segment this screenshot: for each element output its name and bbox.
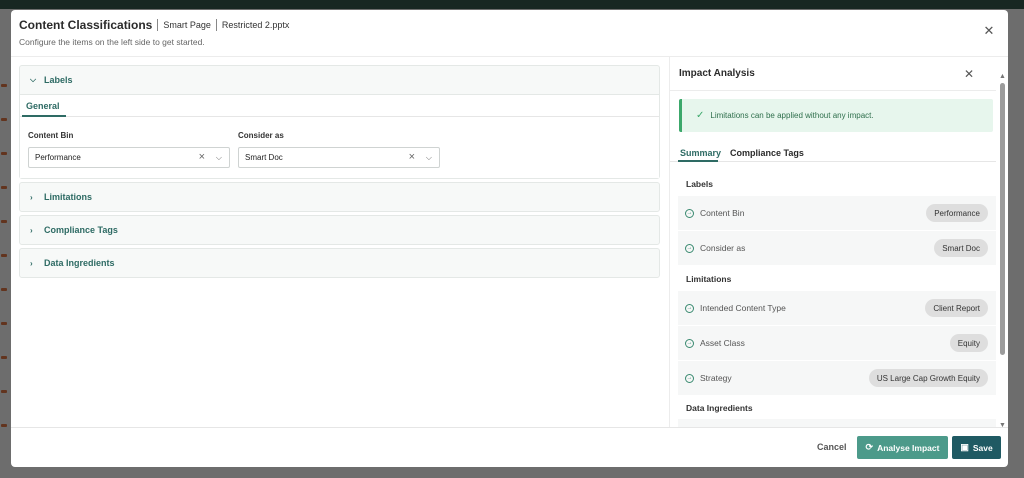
consider-as-select[interactable]: Smart Doc × ⌵ (238, 147, 440, 168)
labels-section: ⌵ Labels General Content Bin Performance… (19, 65, 660, 179)
cancel-button[interactable]: Cancel (817, 442, 847, 452)
limitations-section: › Limitations (19, 182, 660, 212)
content-bin-value: Performance (35, 153, 81, 162)
content-bin-select[interactable]: Performance × ⌵ (28, 147, 230, 168)
impact-row-label: Strategy (700, 373, 732, 383)
impact-row-label: Asset Class (700, 338, 745, 348)
data-ingredients-section-toggle[interactable]: › Data Ingredients (20, 249, 659, 277)
impact-row-value: Performance (926, 204, 988, 222)
impact-row (678, 419, 996, 427)
analyse-impact-label: Analyse Impact (877, 442, 940, 453)
save-label: Save (972, 442, 993, 453)
crumb-file: Restricted 2.pptx (215, 19, 289, 31)
title-row: Content Classifications Smart Page Restr… (19, 18, 289, 32)
impact-row: → Intended Content Type Client Report (678, 291, 996, 325)
consider-as-value: Smart Doc (245, 153, 283, 162)
chevron-down-icon[interactable]: ⌵ (216, 153, 222, 163)
impact-row-value: Smart Doc (934, 239, 988, 257)
tab-active-indicator (678, 160, 718, 162)
impact-row-value: Equity (949, 334, 988, 352)
arrow-right-circle-icon: → (685, 243, 694, 253)
impact-row-label: Intended Content Type (700, 303, 786, 313)
chevron-right-icon: › (30, 192, 33, 202)
scrollbar[interactable]: ▲ ▼ (998, 73, 1007, 427)
tab-general[interactable]: General (26, 101, 60, 111)
tab-active-indicator (22, 115, 66, 117)
data-ingredients-section: › Data Ingredients (19, 248, 660, 278)
chevron-down-icon: ⌵ (30, 75, 37, 84)
content-classifications-modal: Content Classifications Smart Page Restr… (11, 10, 1008, 467)
crumb-page: Smart Page (157, 19, 211, 31)
impact-row: → Asset Class Equity (678, 326, 996, 360)
refresh-icon: ⟳ (865, 442, 874, 452)
arrow-right-circle-icon: → (685, 208, 694, 218)
panel-divider (670, 90, 996, 91)
group-title-data-ingredients: Data Ingredients (686, 403, 753, 413)
tab-summary[interactable]: Summary (680, 148, 721, 158)
chevron-right-icon: › (30, 258, 33, 268)
tabs-divider (670, 161, 996, 162)
impact-row: → Strategy US Large Cap Growth Equity (678, 361, 996, 395)
close-icon[interactable]: ✕ (964, 67, 974, 81)
footer-divider (11, 427, 1008, 428)
analyse-impact-button[interactable]: ⟳ Analyse Impact (857, 436, 948, 459)
chevron-right-icon: › (30, 225, 33, 235)
modal-title: Content Classifications (19, 18, 153, 32)
close-icon[interactable]: ✕ (982, 24, 996, 38)
compliance-tags-section-title: Compliance Tags (44, 225, 118, 235)
impact-row: → Consider as Smart Doc (678, 231, 996, 265)
impact-row-label: Consider as (700, 243, 746, 253)
success-alert: ✓ Limitations can be applied without any… (679, 99, 993, 132)
clear-icon[interactable]: × (199, 151, 205, 163)
consider-as-label: Consider as (238, 131, 284, 140)
impact-row-value: Client Report (925, 299, 988, 317)
group-title-limitations: Limitations (686, 274, 732, 284)
chevron-down-icon[interactable]: ⌵ (426, 153, 432, 163)
save-icon: ▣ (960, 442, 969, 452)
tab-divider (20, 116, 659, 117)
impact-row-value: US Large Cap Growth Equity (868, 369, 988, 387)
classification-form: ⌵ Labels General Content Bin Performance… (19, 65, 660, 281)
compliance-tags-section-toggle[interactable]: › Compliance Tags (20, 216, 659, 244)
scroll-up-icon[interactable]: ▲ (999, 73, 1006, 80)
tab-compliance-tags[interactable]: Compliance Tags (730, 148, 804, 158)
limitations-section-toggle[interactable]: › Limitations (20, 183, 659, 211)
alert-text: Limitations can be applied without any i… (710, 111, 874, 120)
limitations-section-title: Limitations (44, 192, 93, 202)
check-icon: ✓ (696, 110, 705, 121)
compliance-tags-section: › Compliance Tags (19, 215, 660, 245)
save-button[interactable]: ▣ Save (952, 436, 1001, 459)
arrow-right-circle-icon: → (685, 303, 694, 313)
impact-analysis-panel: Impact Analysis ✕ ✓ Limitations can be a… (669, 57, 1008, 427)
arrow-right-circle-icon: → (685, 338, 694, 348)
modal-subtitle: Configure the items on the left side to … (19, 37, 205, 47)
modal-header: Content Classifications Smart Page Restr… (11, 10, 1008, 56)
data-ingredients-section-title: Data Ingredients (44, 258, 115, 268)
impact-row: → Content Bin Performance (678, 196, 996, 230)
content-bin-label: Content Bin (28, 131, 74, 140)
labels-section-toggle[interactable]: ⌵ Labels (20, 66, 659, 94)
impact-row-label: Content Bin (700, 208, 745, 218)
group-title-labels: Labels (686, 179, 713, 189)
impact-analysis-title: Impact Analysis (679, 68, 755, 79)
labels-section-title: Labels (44, 75, 73, 85)
scroll-thumb[interactable] (1000, 83, 1005, 355)
clear-icon[interactable]: × (409, 151, 415, 163)
labels-section-body: General Content Bin Performance × ⌵ Cons… (20, 94, 659, 178)
arrow-right-circle-icon: → (685, 373, 694, 383)
